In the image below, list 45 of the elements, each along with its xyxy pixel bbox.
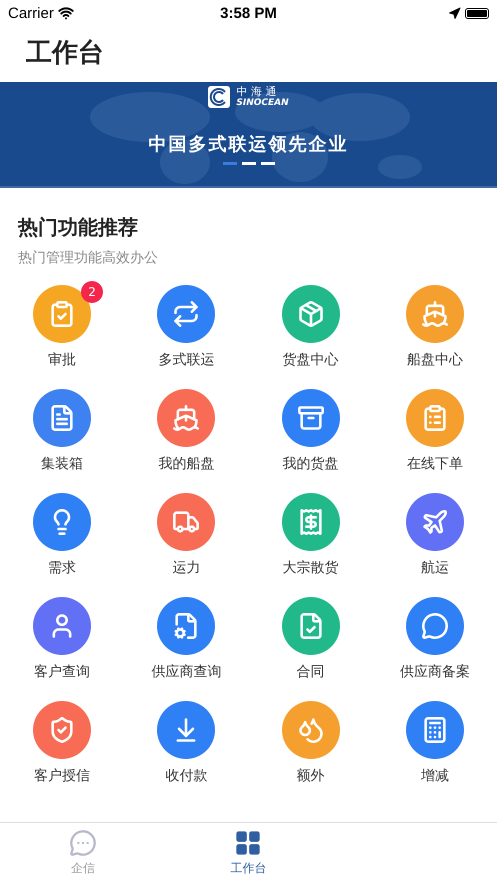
ship-icon	[172, 404, 200, 432]
droplets-icon	[296, 716, 325, 744]
function-item[interactable]: 收付款	[124, 701, 248, 785]
box-icon	[296, 404, 325, 432]
status-time: 3:58 PM	[220, 4, 277, 22]
logo-name: 中 海 通	[236, 85, 278, 98]
location-icon	[448, 6, 461, 20]
function-item[interactable]: 增减	[372, 701, 497, 785]
function-item[interactable]: 航运	[372, 493, 497, 577]
section-subtitle: 热门管理功能高效办公	[18, 249, 159, 267]
function-item[interactable]: 客户授信	[0, 701, 124, 785]
function-item[interactable]: 客户查询	[0, 597, 124, 681]
banner-slogan: 中国多式联运领先企业	[148, 133, 348, 156]
tab-item[interactable]: 工作台	[166, 823, 332, 883]
function-item[interactable]: 我的货盘	[248, 389, 373, 473]
grid-icon	[234, 829, 262, 857]
chat-bubble-icon	[68, 829, 97, 857]
function-item[interactable]: 额外	[248, 701, 373, 785]
carrier-label: Carrier	[8, 4, 54, 22]
page-indicator[interactable]	[260, 162, 274, 165]
function-item[interactable]: 供应商查询	[124, 597, 248, 681]
function-item[interactable]: 供应商备案	[372, 597, 497, 681]
airplane-icon	[420, 508, 449, 536]
battery-icon	[464, 8, 489, 18]
ship-icon	[420, 300, 449, 328]
wifi-icon	[58, 5, 74, 21]
swap-icon	[172, 300, 200, 328]
logo-wordmark: SINOCEAN	[236, 98, 289, 109]
function-item[interactable]: 需求	[0, 493, 124, 577]
section-title: 热门功能推荐	[18, 214, 139, 241]
logo-icon	[208, 86, 230, 108]
box-icon	[296, 300, 325, 328]
function-item[interactable]: 在线下单	[372, 389, 497, 473]
function-item[interactable]: 运力	[124, 493, 248, 577]
function-item[interactable]: 我的船盘	[124, 389, 248, 473]
function-item[interactable]: 大宗散货	[248, 493, 373, 577]
page-title: 工作台	[25, 37, 105, 70]
chat-bubble-icon	[420, 612, 449, 640]
function-item[interactable]: 货盘中心	[248, 285, 373, 369]
function-item[interactable]: 合同	[248, 597, 373, 681]
count-badge: 2	[81, 281, 104, 303]
page-indicator[interactable]	[242, 162, 256, 165]
function-item[interactable]: 集装箱	[0, 389, 124, 473]
function-item[interactable]: 多式联运	[124, 285, 248, 369]
function-item[interactable]: 船盘中心	[372, 285, 497, 369]
